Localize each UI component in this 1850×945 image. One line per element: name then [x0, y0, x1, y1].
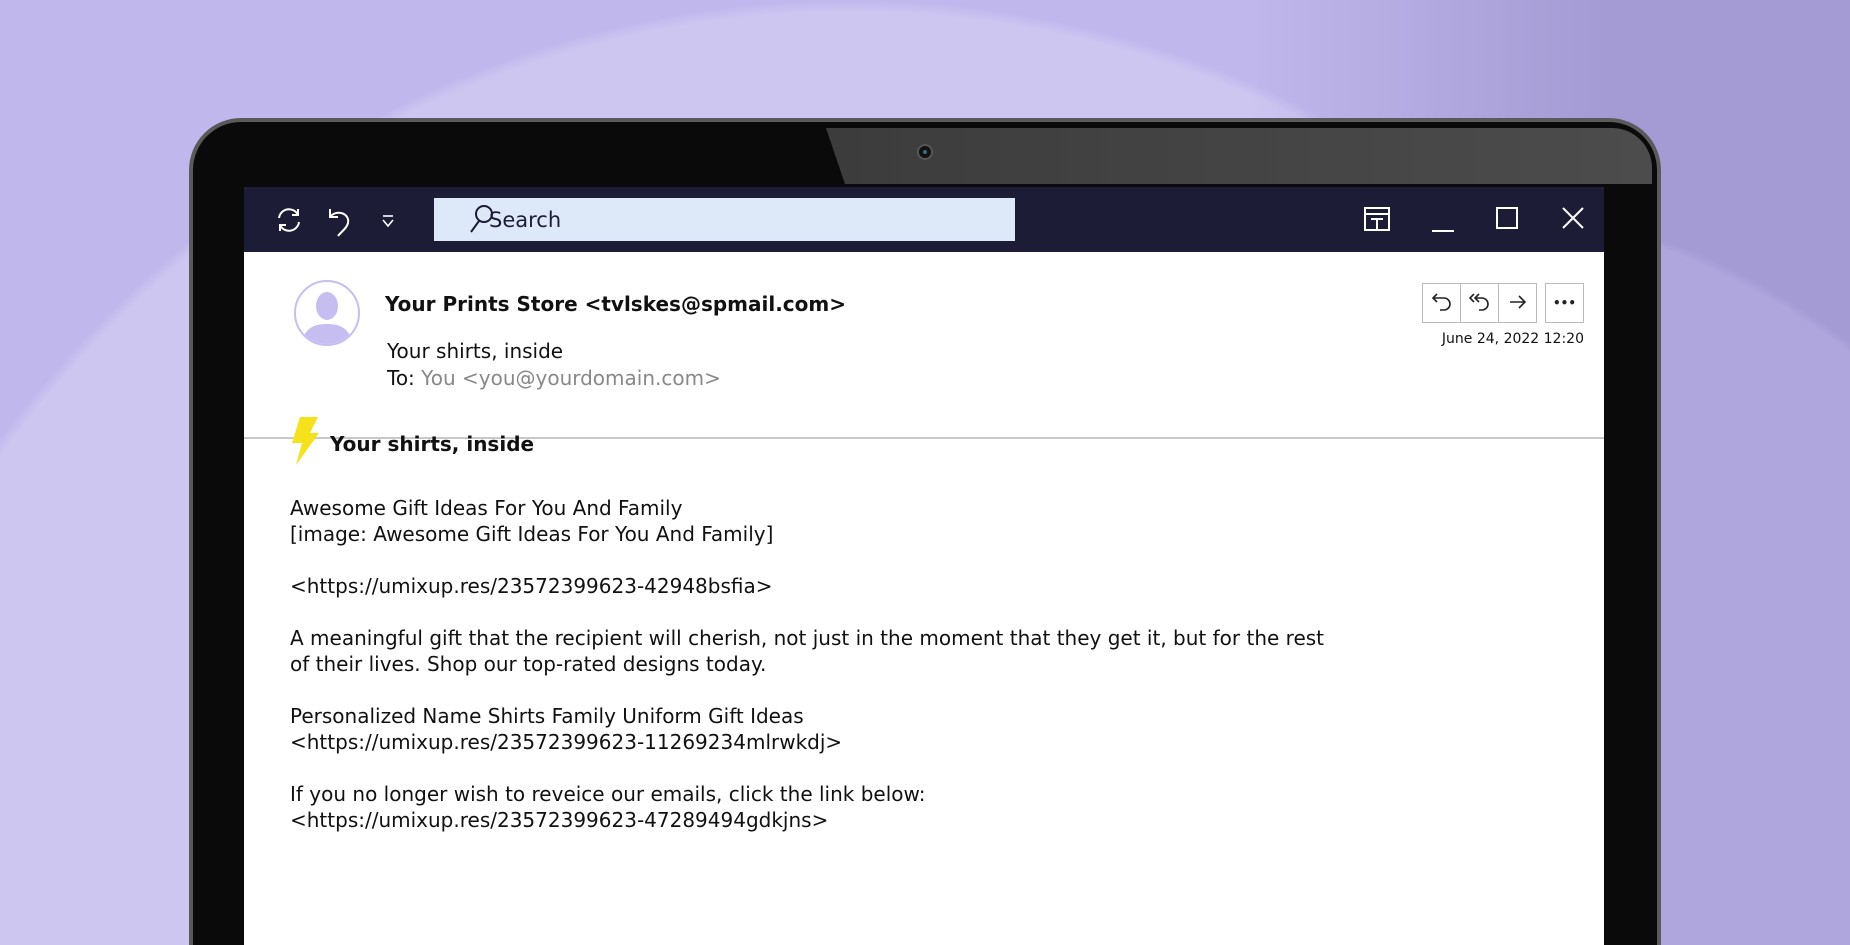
recipient: To: You <you@yourdomain.com> [387, 366, 721, 390]
bezel-glare [826, 128, 1652, 184]
search-input[interactable]: Search [434, 198, 1015, 241]
reply-all-icon [1468, 291, 1492, 316]
body-product-link[interactable]: Personalized Name Shirts Family Uniform … [290, 703, 1324, 755]
reply-icon [1431, 291, 1453, 316]
layout-icon[interactable] [1364, 207, 1390, 235]
body-paragraph: Awesome Gift Ideas For You And Family [i… [290, 496, 774, 546]
recipient-address: You <you@yourdomain.com> [421, 366, 721, 390]
body-title: Your shirts, inside [290, 417, 1324, 471]
email-actions: ••• [1422, 283, 1584, 323]
search-icon [466, 203, 496, 239]
email-header: Your Prints Store <tvlskes@spmail.com> Y… [244, 252, 1604, 439]
title-bar: Search [244, 187, 1604, 252]
reply-all-button[interactable] [1461, 284, 1499, 322]
maximize-icon[interactable] [1496, 207, 1518, 233]
webcam [917, 144, 933, 160]
refresh-icon[interactable] [274, 205, 304, 239]
email-date: June 24, 2022 12:20 [1441, 331, 1584, 347]
email-body: Your shirts, inside Awesome Gift Ideas F… [290, 417, 1324, 859]
minimize-icon[interactable] [1432, 218, 1454, 237]
body-unsubscribe[interactable]: If you no longer wish to reveice our ema… [290, 781, 1324, 833]
lightning-icon [290, 417, 320, 471]
sender: Your Prints Store <tvlskes@spmail.com> [385, 292, 846, 316]
reply-button[interactable] [1423, 284, 1461, 322]
more-button[interactable]: ••• [1546, 284, 1583, 322]
body-title-text: Your shirts, inside [330, 432, 535, 456]
dropdown-icon[interactable] [380, 213, 396, 233]
email-subject: Your shirts, inside [387, 339, 564, 363]
avatar [294, 280, 360, 346]
forward-icon [1508, 291, 1528, 315]
body-link[interactable]: <https://umixup.res/23572399623-42948bsf… [290, 573, 1324, 599]
email-window: Search Your Prints Store <tvlskes@spmail… [244, 187, 1604, 945]
search-placeholder: Search [489, 207, 562, 232]
body-paragraph: A meaningful gift that the recipient wil… [290, 626, 1325, 676]
more-icon: ••• [1552, 296, 1576, 310]
to-label: To: [387, 366, 415, 390]
forward-button[interactable] [1499, 284, 1536, 322]
undo-icon[interactable] [326, 205, 354, 241]
close-icon[interactable] [1562, 207, 1584, 233]
